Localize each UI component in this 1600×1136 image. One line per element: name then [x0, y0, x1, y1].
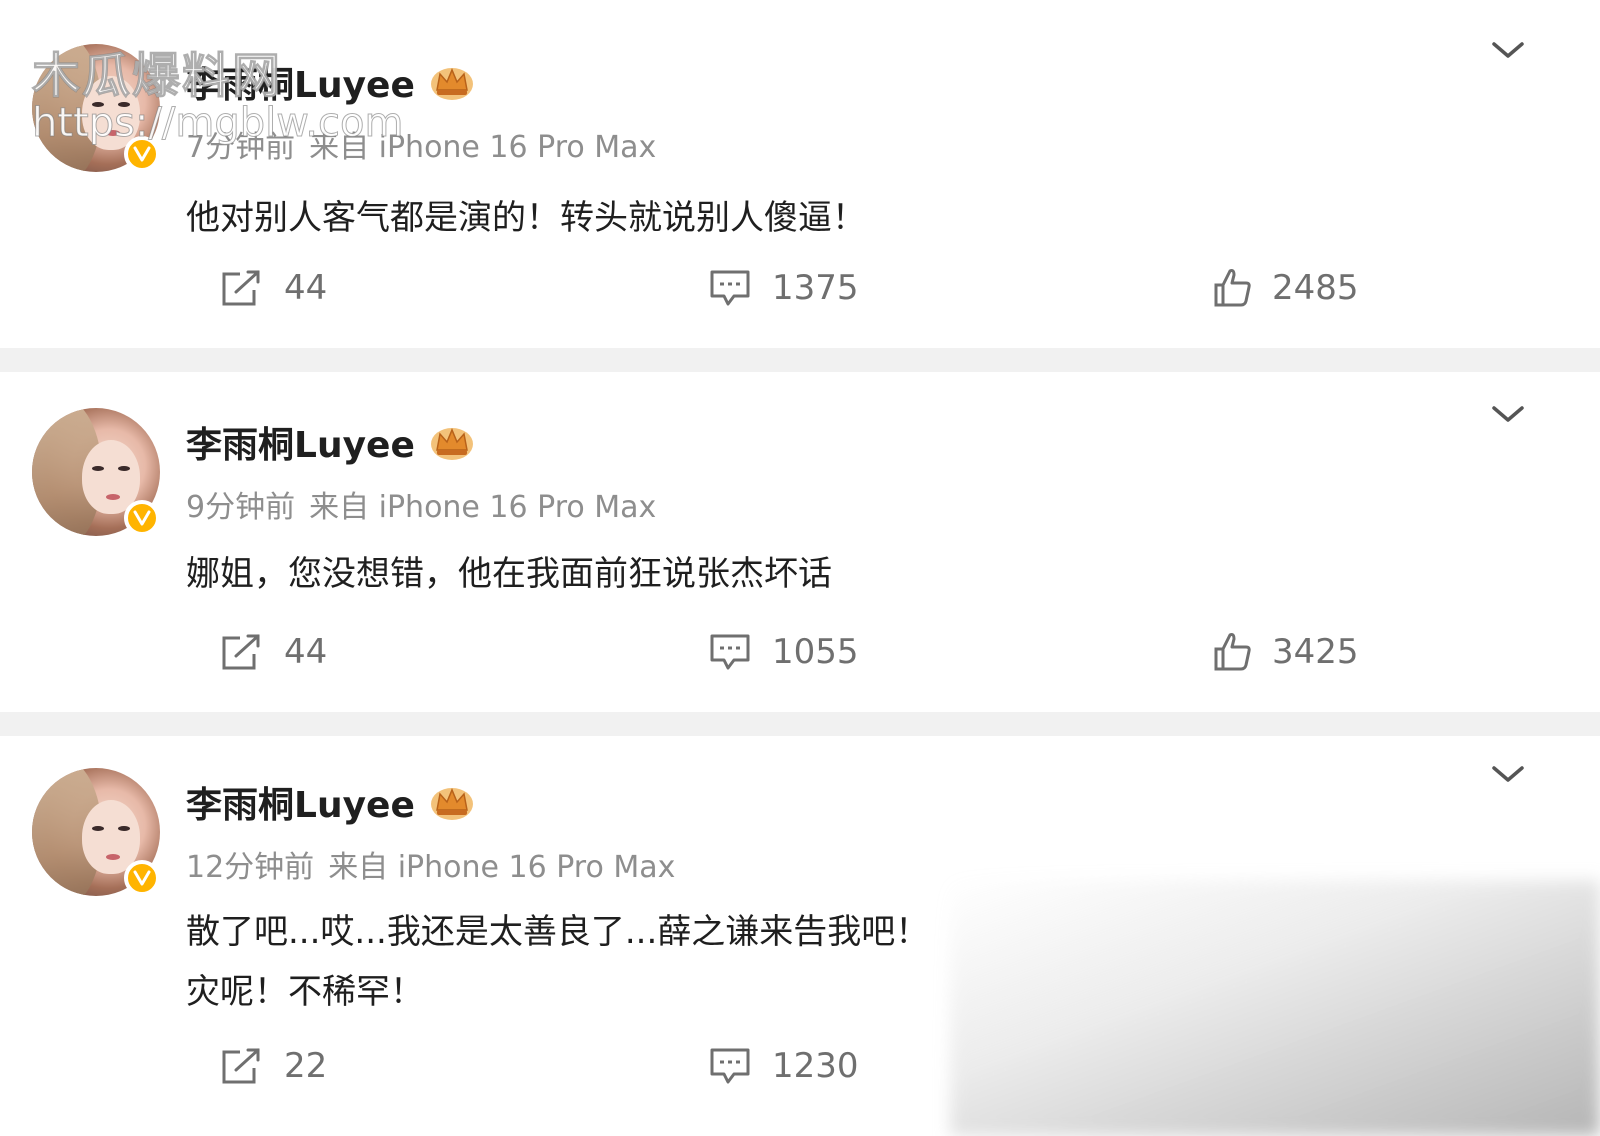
chevron-down-icon[interactable]: [1490, 38, 1526, 62]
content-line: 灾呢！不稀罕！: [186, 972, 424, 1012]
post-time: 12分钟前: [186, 850, 315, 885]
post-divider: [0, 712, 1600, 736]
like-count: 3425: [1272, 632, 1359, 672]
chevron-down-icon[interactable]: [1490, 762, 1526, 786]
crown-icon[interactable]: [429, 782, 475, 822]
repost-count: 22: [284, 1046, 328, 1086]
comment-count: 1055: [772, 632, 859, 672]
post-content[interactable]: 他对别人客气都是演的！转头就说别人傻逼！: [186, 188, 866, 248]
like-button[interactable]: 2485: [1212, 258, 1359, 318]
post-divider: [0, 348, 1600, 372]
repost-icon: [222, 270, 260, 306]
username[interactable]: 李雨桐Luyee: [186, 776, 415, 828]
content-line: 散了吧...哎...我还是太善良了...薛之谦来告我吧！: [186, 912, 930, 952]
comment-button[interactable]: 1055: [708, 622, 859, 682]
post-card: 李雨桐Luyee 9分钟前 来自 iPhone 16 Pro Max 娜姐，您没想…: [0, 372, 1600, 712]
repost-button[interactable]: 44: [220, 622, 327, 682]
repost-icon: [222, 1048, 260, 1084]
repost-icon: [222, 634, 260, 670]
post-content[interactable]: 娜姐，您没想错，他在我面前狂说张杰坏话: [186, 544, 832, 604]
action-bar: 44 1375 2485: [0, 258, 1600, 318]
comment-count: 1375: [772, 268, 859, 308]
action-bar: 22 1230: [0, 1036, 1600, 1096]
weibo-feed: 李雨桐Luyee 7分钟前 来自 iPhone 16 Pro Max 他对别人客气…: [0, 0, 1600, 1136]
post-card: 李雨桐Luyee 12分钟前 来自 iPhone 16 Pro Max 散了吧..…: [0, 736, 1600, 1136]
thumbs-up-icon: [1214, 269, 1251, 307]
content-line: 娜姐，您没想错，他在我面前狂说张杰坏话: [186, 554, 832, 594]
repost-button[interactable]: 44: [220, 258, 327, 318]
comment-button[interactable]: 1375: [708, 258, 859, 318]
crown-icon[interactable]: [429, 62, 475, 102]
crown-icon[interactable]: [429, 422, 475, 462]
repost-count: 44: [284, 268, 328, 308]
verified-v-icon: [124, 136, 160, 172]
post-card: 李雨桐Luyee 7分钟前 来自 iPhone 16 Pro Max 他对别人客气…: [0, 0, 1600, 348]
post-source: 来自 iPhone 16 Pro Max: [328, 850, 676, 885]
comment-button[interactable]: 1230: [708, 1036, 859, 1096]
like-count: 2485: [1272, 268, 1359, 308]
post-time: 7分钟前: [186, 130, 296, 165]
thumbs-up-icon: [1214, 633, 1251, 671]
verified-v-icon: [124, 860, 160, 896]
repost-count: 44: [284, 632, 328, 672]
action-bar: 44 1055 3425: [0, 622, 1600, 682]
like-button[interactable]: 3425: [1212, 622, 1359, 682]
repost-button[interactable]: 22: [220, 1036, 327, 1096]
comment-icon: [710, 1048, 750, 1084]
comment-count: 1230: [772, 1046, 859, 1086]
comment-icon: [710, 270, 750, 306]
comment-icon: [710, 634, 750, 670]
post-source: 来自 iPhone 16 Pro Max: [309, 490, 657, 525]
username[interactable]: 李雨桐Luyee: [186, 416, 415, 468]
content-line: 他对别人客气都是演的！转头就说别人傻逼！: [186, 198, 866, 238]
post-source: 来自 iPhone 16 Pro Max: [309, 130, 657, 165]
verified-v-icon: [124, 500, 160, 536]
post-content[interactable]: 散了吧...哎...我还是太善良了...薛之谦来告我吧！ 灾呢！不稀罕！: [186, 902, 929, 1022]
chevron-down-icon[interactable]: [1490, 402, 1526, 426]
post-time: 9分钟前: [186, 490, 296, 525]
username[interactable]: 李雨桐Luyee: [186, 56, 415, 108]
